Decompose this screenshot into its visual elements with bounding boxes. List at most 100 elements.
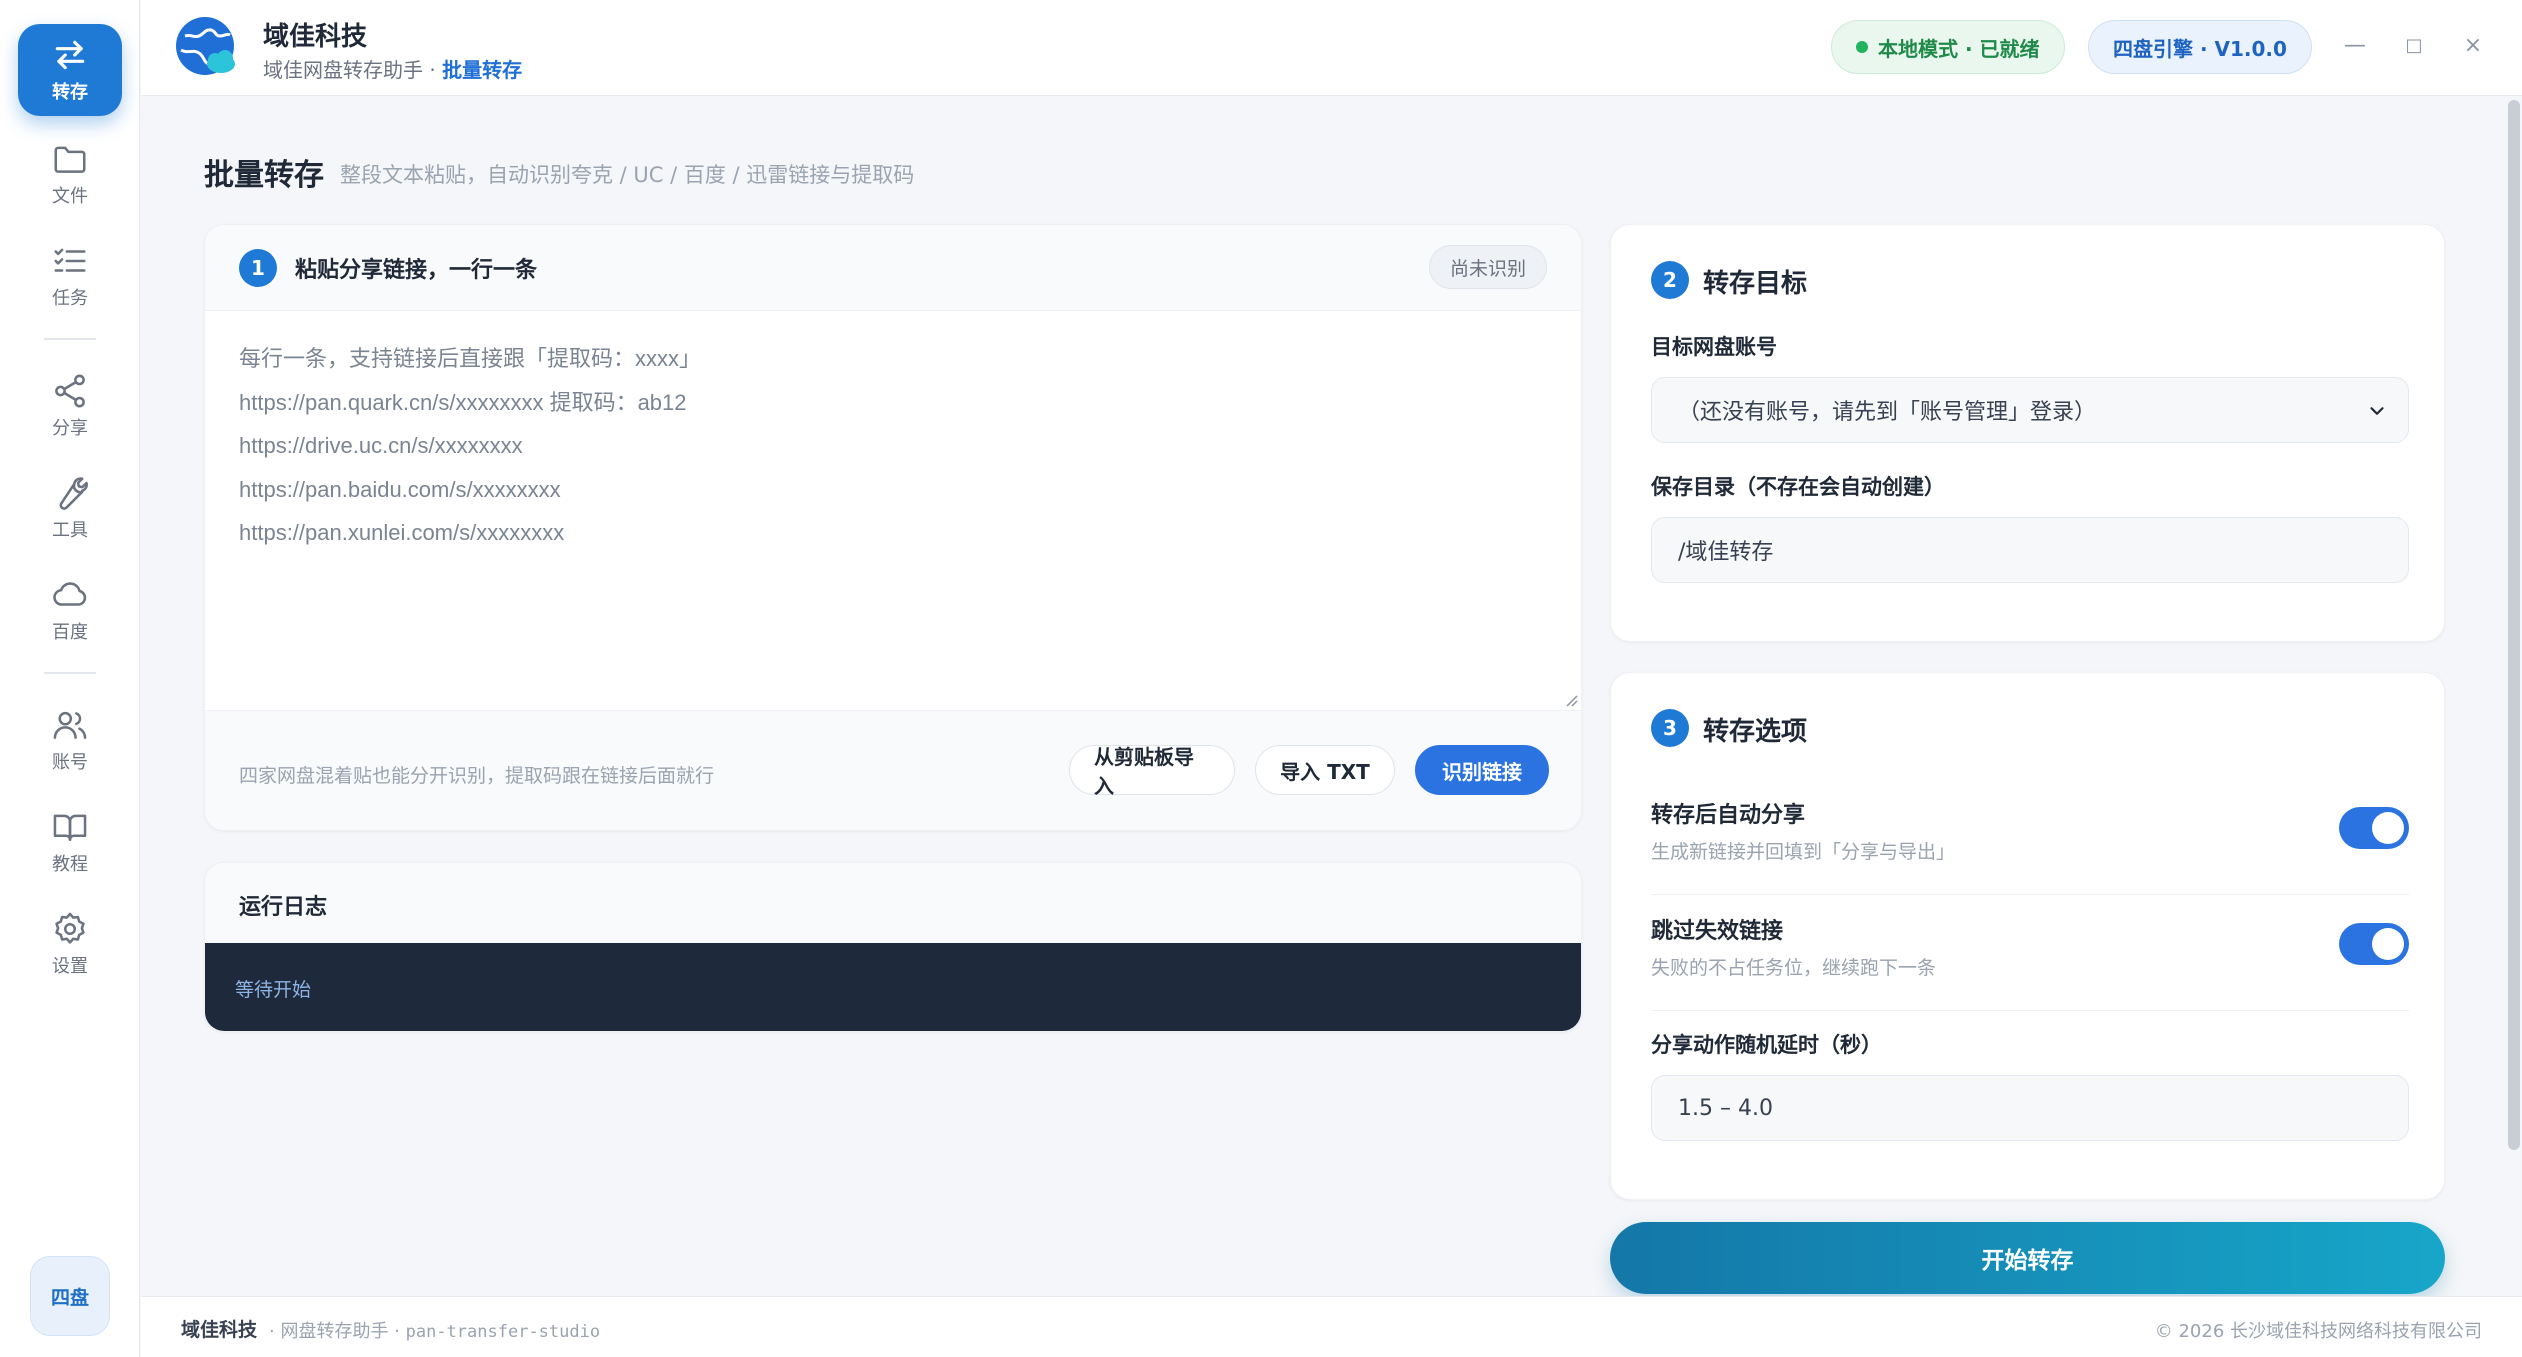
sidebar-item-share[interactable]: 分享 xyxy=(18,360,122,452)
sidebar: 转存 文件 任务 分享 工具 百度 账号 教程 设置 四盘 xyxy=(0,0,140,1357)
footer-subtitle: · 网盘转存助手 · pan-transfer-studio xyxy=(269,1317,600,1343)
sidebar-item-label: 文件 xyxy=(52,186,88,207)
transfer-target-card: 2 转存目标 目标网盘账号 （还没有账号，请先到「账号管理」登录） 保存目录（不… xyxy=(1610,224,2445,642)
breadcrumb-separator: · xyxy=(429,58,436,82)
delay-value: 1.5 – 4.0 xyxy=(1678,1095,1773,1121)
book-icon xyxy=(53,814,87,841)
auto-share-toggle[interactable] xyxy=(2339,807,2409,849)
folder-icon xyxy=(54,146,86,173)
option-skip-invalid: 跳过失效链接 失败的不占任务位，继续跑下一条 xyxy=(1651,895,2409,1011)
sidebar-item-transfer[interactable]: 转存 xyxy=(18,24,122,116)
maximize-button[interactable]: □ xyxy=(2396,28,2432,64)
app-window: 转存 文件 任务 分享 工具 百度 账号 教程 设置 四盘 域佳科技 域佳网盘转… xyxy=(0,0,2522,1357)
footer-brand: 域佳科技 xyxy=(181,1319,258,1341)
transfer-options-card: 3 转存选项 转存后自动分享 生成新链接并回填到「分享与导出」 跳过失效链接 失… xyxy=(1610,672,2445,1200)
link-input-title: 粘贴分享链接，一行一条 xyxy=(295,258,538,283)
placeholder-line: 每行一条，支持链接后直接跟「提取码：xxxx」 xyxy=(239,346,702,371)
import-clipboard-button[interactable]: 从剪贴板导入 xyxy=(1069,745,1235,798)
link-textarea[interactable]: 每行一条，支持链接后直接跟「提取码：xxxx」 https://pan.quar… xyxy=(205,311,1581,711)
resize-handle-icon[interactable] xyxy=(1561,690,1579,708)
option-title: 转存后自动分享 xyxy=(1651,803,1806,828)
sidebar-item-label: 转存 xyxy=(52,82,88,103)
sidebar-item-label: 任务 xyxy=(52,288,88,309)
transfer-target-title: 转存目标 xyxy=(1703,269,1808,299)
recognize-links-button[interactable]: 识别链接 xyxy=(1415,745,1549,795)
sidebar-divider xyxy=(44,338,96,340)
status-badge: 本地模式 · 已就绪 xyxy=(1831,20,2065,74)
divider xyxy=(1651,1010,2409,1011)
link-input-card-header: 1 粘贴分享链接，一行一条 尚未识别 xyxy=(205,225,1581,311)
sidebar-item-settings[interactable]: 设置 xyxy=(18,898,122,990)
log-line: 等待开始 xyxy=(235,979,312,1001)
sidebar-item-label: 账号 xyxy=(52,752,88,773)
breadcrumb-current: 批量转存 xyxy=(442,58,523,82)
option-title: 跳过失效链接 xyxy=(1651,919,1784,944)
sidebar-item-label: 百度 xyxy=(52,622,88,643)
app-header: 域佳科技 域佳网盘转存助手 · 批量转存 本地模式 · 已就绪 四盘引擎 · V… xyxy=(141,0,2522,96)
delay-input[interactable]: 1.5 – 4.0 xyxy=(1651,1075,2409,1141)
transfer-icon xyxy=(55,40,85,70)
step-number: 3 xyxy=(1651,709,1689,747)
sidebar-item-tasks[interactable]: 任务 xyxy=(18,230,122,322)
status-dot-icon xyxy=(1856,41,1868,53)
save-dir-label: 保存目录（不存在会自动创建） xyxy=(1651,475,1945,499)
step-number: 2 xyxy=(1651,261,1689,299)
start-transfer-button[interactable]: 开始转存 xyxy=(1610,1222,2445,1294)
step-number: 1 xyxy=(239,249,277,287)
footer-project-code: pan-transfer-studio xyxy=(405,1322,601,1342)
toggle-knob xyxy=(2372,812,2404,844)
engine-version-badge: 四盘引擎 · V1.0.0 xyxy=(2088,20,2312,74)
chevron-down-icon xyxy=(2370,407,2384,415)
option-description: 失败的不占任务位，继续跑下一条 xyxy=(1651,957,1937,979)
sidebar-item-label: 工具 xyxy=(52,520,88,541)
toggle-knob xyxy=(2372,928,2404,960)
run-log-console: 等待开始 xyxy=(205,943,1581,1031)
option-description: 生成新链接并回填到「分享与导出」 xyxy=(1651,841,1956,863)
recognition-status-tag: 尚未识别 xyxy=(1428,245,1547,289)
wrench-icon xyxy=(59,477,88,510)
sidebar-item-label: 教程 xyxy=(52,854,88,875)
sidebar-divider xyxy=(44,672,96,674)
delay-label: 分享动作随机延时（秒） xyxy=(1651,1033,1882,1057)
transfer-options-title: 转存选项 xyxy=(1703,717,1808,747)
placeholder-line: https://drive.uc.cn/s/xxxxxxxx xyxy=(239,433,523,458)
placeholder-line: https://pan.baidu.com/s/xxxxxxxx xyxy=(239,476,561,502)
gear-icon xyxy=(55,912,85,944)
sidebar-item-tools[interactable]: 工具 xyxy=(18,462,122,554)
run-log-card: 运行日志 等待开始 xyxy=(204,862,1582,1032)
sidebar-item-accounts[interactable]: 账号 xyxy=(18,694,122,786)
link-input-card: 1 粘贴分享链接，一行一条 尚未识别 每行一条，支持链接后直接跟「提取码：xxx… xyxy=(204,224,1582,831)
sidebar-item-label: 分享 xyxy=(52,418,88,439)
minimize-button[interactable]: — xyxy=(2337,28,2373,64)
page-title: 批量转存 xyxy=(204,158,324,193)
brand-name: 域佳科技 xyxy=(263,22,368,52)
input-hint: 四家网盘混着贴也能分开识别，提取码跟在链接后面就行 xyxy=(239,765,715,787)
save-dir-input[interactable]: /域佳转存 xyxy=(1651,517,2409,583)
app-footer: 域佳科技 · 网盘转存助手 · pan-transfer-studio © 20… xyxy=(141,1296,2522,1357)
sidebar-item-tutorial[interactable]: 教程 xyxy=(18,796,122,888)
skip-invalid-toggle[interactable] xyxy=(2339,923,2409,965)
footer-app-name: · 网盘转存助手 · xyxy=(269,1321,400,1342)
option-auto-share: 转存后自动分享 生成新链接并回填到「分享与导出」 xyxy=(1651,779,2409,895)
status-badge-label: 本地模式 · 已就绪 xyxy=(1878,36,2040,61)
save-dir-value: /域佳转存 xyxy=(1678,540,1774,565)
close-button[interactable]: × xyxy=(2455,28,2491,64)
brand-sub-label: 域佳网盘转存助手 xyxy=(263,58,423,82)
account-label: 目标网盘账号 xyxy=(1651,335,1777,359)
sidebar-item-files[interactable]: 文件 xyxy=(18,128,122,220)
main-scrollbar[interactable] xyxy=(2508,100,2520,1150)
page-subtitle: 整段文本粘贴，自动识别夸克 / UC / 百度 / 迅雷链接与提取码 xyxy=(340,163,915,187)
users-icon xyxy=(53,711,87,739)
placeholder-line: https://pan.quark.cn/s/xxxxxxxx 提取码：ab12 xyxy=(239,389,687,415)
brand-breadcrumb: 域佳网盘转存助手 · 批量转存 xyxy=(263,54,522,83)
engine-badge-button[interactable]: 四盘 xyxy=(30,1256,110,1336)
task-list-icon xyxy=(54,248,86,272)
share-icon xyxy=(55,374,85,408)
run-log-title: 运行日志 xyxy=(239,895,328,920)
sidebar-item-baidu[interactable]: 百度 xyxy=(18,564,122,656)
globe-logo-icon xyxy=(176,17,235,75)
import-txt-button[interactable]: 导入 TXT xyxy=(1255,745,1395,795)
link-input-card-footer: 四家网盘混着贴也能分开识别，提取码跟在链接后面就行 从剪贴板导入 导入 TXT … xyxy=(205,711,1581,830)
account-select-value: （还没有账号，请先到「账号管理」登录） xyxy=(1678,400,2097,425)
account-select[interactable]: （还没有账号，请先到「账号管理」登录） xyxy=(1651,377,2409,443)
